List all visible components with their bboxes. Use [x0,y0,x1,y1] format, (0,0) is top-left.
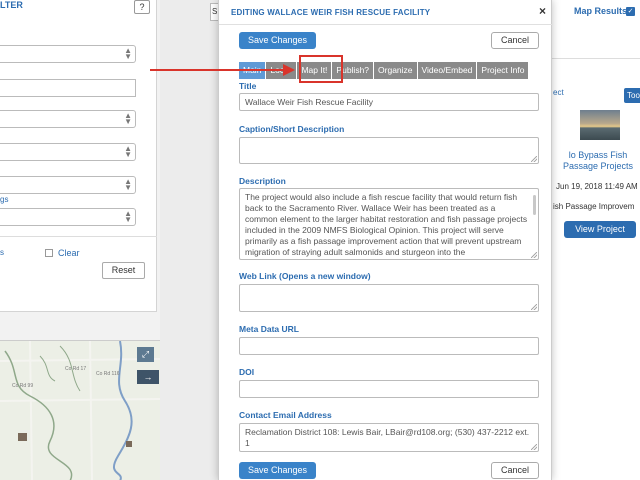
edit-project-modal: EDITING WALLACE WEIR FISH RESCUE FACILIT… [218,0,553,480]
filter-is-fragment[interactable]: s [0,248,4,257]
select-arrows-icon: ▲ ▼ [124,209,132,224]
filter-select-3[interactable]: ▲ ▼ [0,143,136,161]
weblink-textarea[interactable] [239,284,539,312]
title-label: Title [239,81,257,91]
arrow-right-icon[interactable]: → [137,370,159,384]
filter-title: LTER [0,0,23,10]
tab-organize[interactable]: Organize [374,62,417,79]
map-road-label: Co Rd 17 [65,366,87,372]
close-icon[interactable]: × [539,5,546,17]
project-category: ish Passage Improvem [553,202,635,211]
annotation-arrow-icon [283,64,295,76]
select-arrows-icon: ▲ ▼ [124,177,132,192]
map-view[interactable]: Co Rd 116 Co Rd 17 Co Rd 99 [0,340,160,480]
reset-button[interactable]: Reset [102,262,145,279]
description-scrollbar[interactable] [533,195,536,215]
project-title-link[interactable]: lo Bypass Fish Passage Projects [553,150,640,172]
caption-label: Caption/Short Description [239,124,345,134]
clear-label[interactable]: Clear [58,248,80,258]
doi-label: DOI [239,367,255,377]
cancel-button-top[interactable]: Cancel [491,32,539,49]
project-thumbnail[interactable] [580,110,620,140]
background-button-fragment[interactable]: S [210,3,218,21]
description-label: Description [239,176,286,186]
description-value: The project would also include a fish re… [245,192,528,257]
map-road-label: Co Rd 99 [12,383,34,389]
expand-icon[interactable]: ⤢ [137,347,154,362]
results-divider [552,58,640,59]
map-results-checkbox[interactable]: ✓ [626,7,635,16]
help-button[interactable]: ? [134,0,150,14]
project-date: Jun 19, 2018 11:49 AM [556,182,638,191]
filter-select-1[interactable]: ▲ ▼ [0,45,136,63]
weblink-label: Web Link (Opens a new window) [239,271,371,281]
map-road-label: Co Rd 116 [96,371,120,377]
resize-grip-icon[interactable] [531,252,537,258]
metadata-url-label: Meta Data URL [239,324,299,334]
select-arrows-icon: ▲ ▼ [124,144,132,159]
caption-textarea[interactable] [239,137,539,164]
filter-select-4[interactable]: ▲ ▼ [0,176,136,194]
results-panel [552,0,640,480]
page-gutter [160,0,218,480]
tools-button[interactable]: Too [624,88,640,103]
map-results-label[interactable]: Map Results [574,6,627,16]
cancel-button-bottom[interactable]: Cancel [491,462,539,479]
modal-title: EDITING WALLACE WEIR FISH RESCUE FACILIT… [231,8,431,17]
contact-email-textarea[interactable]: Reclamation District 108: Lewis Bair, LB… [239,423,539,452]
modal-header-divider [219,24,553,25]
save-changes-button-bottom[interactable]: Save Changes [239,462,316,479]
clear-checkbox[interactable] [45,249,53,257]
contact-email-label: Contact Email Address [239,410,332,420]
contact-email-value: Reclamation District 108: Lewis Bair, LB… [245,427,530,448]
annotation-arrow-line [150,69,285,71]
filter-card: LTER ? ▲ ▼ ▲ ▼ ▲ ▼ ▲ ▼ gs ▲ ▼ s Clear Reset [0,0,157,312]
select-link-fragment[interactable]: ect [553,88,564,97]
select-arrows-icon: ▲ ▼ [124,111,132,126]
title-input[interactable]: Wallace Weir Fish Rescue Facility [239,93,539,111]
doi-input[interactable] [239,380,539,398]
metadata-url-input[interactable] [239,337,539,355]
filter-divider [0,236,157,237]
view-project-button[interactable]: View Project [564,221,636,238]
select-arrows-icon: ▲ ▼ [124,46,132,61]
map-canvas [0,341,160,480]
map-it-highlight-box [299,55,343,83]
filter-select-5[interactable]: ▲ ▼ [0,208,136,226]
tab-video-embed[interactable]: Video/Embed [417,62,477,79]
filter-input-1[interactable] [0,79,136,97]
resize-grip-icon[interactable] [531,444,537,450]
filter-select-2[interactable]: ▲ ▼ [0,110,136,128]
save-changes-button-top[interactable]: Save Changes [239,32,316,49]
resize-grip-icon[interactable] [531,304,537,310]
resize-grip-icon[interactable] [531,156,537,162]
description-textarea[interactable]: The project would also include a fish re… [239,188,539,260]
filter-link-fragment[interactable]: gs [0,195,8,204]
tab-project-info[interactable]: Project Info [477,62,529,79]
